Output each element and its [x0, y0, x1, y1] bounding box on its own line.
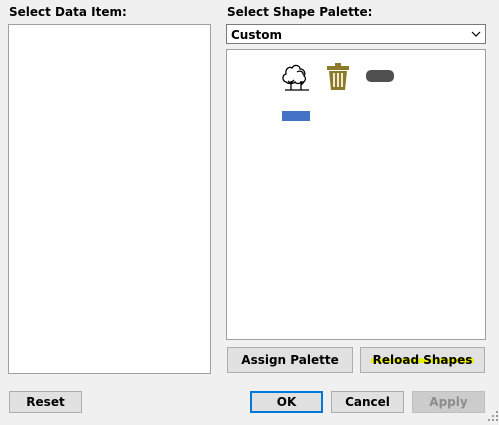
- resize-grip-icon[interactable]: [487, 410, 499, 422]
- ok-button[interactable]: OK: [250, 391, 323, 413]
- ok-label: OK: [276, 395, 297, 409]
- trash-can-shape-icon[interactable]: [327, 63, 349, 94]
- select-data-item-label: Select Data Item:: [9, 5, 127, 19]
- select-shape-palette-label: Select Shape Palette:: [227, 5, 373, 19]
- apply-button[interactable]: Apply: [412, 391, 485, 413]
- reload-shapes-button[interactable]: Reload Shapes: [360, 347, 485, 373]
- shape-palette-dropdown[interactable]: Custom: [226, 24, 486, 44]
- palette-selected-value: Custom: [231, 28, 282, 42]
- apply-label: Apply: [429, 395, 468, 409]
- reset-button[interactable]: Reset: [9, 391, 82, 413]
- chevron-down-icon: [471, 28, 481, 42]
- shape-palette-panel[interactable]: [226, 49, 486, 340]
- cancel-label: Cancel: [345, 395, 390, 409]
- assign-palette-button[interactable]: Assign Palette: [227, 347, 353, 373]
- cancel-button[interactable]: Cancel: [331, 391, 404, 413]
- reset-label: Reset: [26, 395, 65, 409]
- rounded-bar-shape-icon[interactable]: [366, 70, 394, 82]
- tree-shape-icon[interactable]: [282, 64, 312, 95]
- assign-palette-label: Assign Palette: [241, 353, 339, 367]
- rectangle-shape-icon[interactable]: [282, 111, 310, 121]
- data-item-list[interactable]: [8, 24, 211, 374]
- reload-shapes-label: Reload Shapes: [370, 353, 475, 367]
